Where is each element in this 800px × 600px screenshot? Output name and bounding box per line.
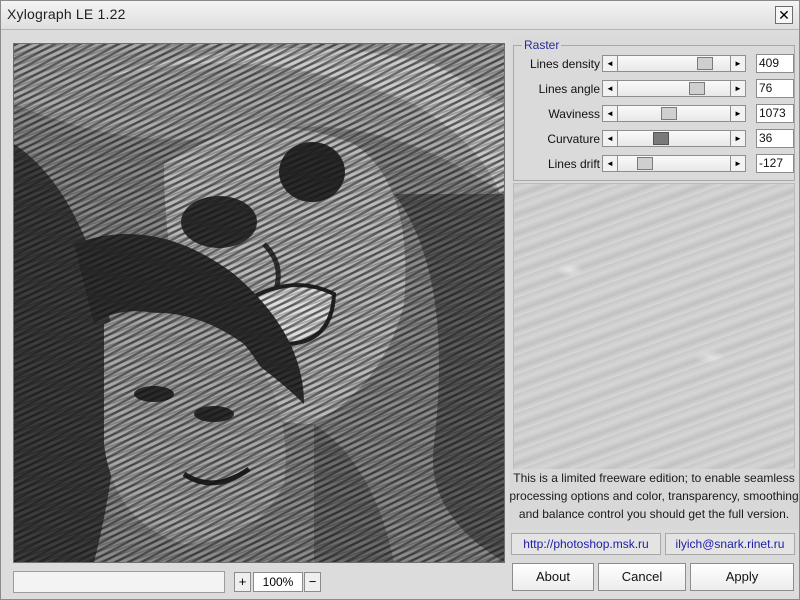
scroll-right-button[interactable]: ►: [730, 55, 746, 72]
arrow-right-icon: ►: [734, 59, 742, 68]
scroll-right-button[interactable]: ►: [730, 130, 746, 147]
texture-preview: [513, 183, 795, 473]
arrow-left-icon: ◄: [606, 109, 614, 118]
freeware-notice: This is a limited freeware edition; to e…: [509, 469, 799, 529]
raster-group: Raster Lines density ◄ ► 409 Lines angle ◄ ► 76…: [513, 38, 796, 181]
arrow-right-icon: ►: [734, 84, 742, 93]
notice-line-2: processing options and color, transparen…: [509, 489, 799, 503]
param-value-input[interactable]: 1073: [756, 104, 794, 123]
param-slider[interactable]: [618, 80, 730, 97]
settings-panel: Raster Lines density ◄ ► 409 Lines angle ◄ ► 76…: [509, 37, 799, 563]
param-row: Lines drift ◄ ► -127: [514, 153, 796, 175]
slider-thumb[interactable]: [697, 57, 713, 70]
scroll-left-button[interactable]: ◄: [602, 130, 618, 147]
param-row: Lines density ◄ ► 409: [514, 53, 796, 75]
param-label: Lines drift: [547, 157, 600, 171]
param-slider[interactable]: [618, 55, 730, 72]
preview-image: [13, 43, 505, 563]
param-label: Lines angle: [538, 82, 600, 96]
zoom-in-button[interactable]: +: [234, 572, 251, 592]
title-bar: Xylograph LE 1.22 ✕: [1, 1, 799, 30]
app-window: Xylograph LE 1.22 ✕ + 100% − Raster Line…: [0, 0, 800, 600]
scroll-left-button[interactable]: ◄: [602, 55, 618, 72]
about-button[interactable]: About: [512, 563, 594, 591]
zoom-level: 100%: [253, 572, 303, 592]
slider-thumb[interactable]: [653, 132, 669, 145]
scroll-left-button[interactable]: ◄: [602, 105, 618, 122]
zoom-out-button[interactable]: −: [304, 572, 321, 592]
scroll-right-button[interactable]: ►: [730, 80, 746, 97]
scroll-right-button[interactable]: ►: [730, 155, 746, 172]
slider-thumb[interactable]: [689, 82, 705, 95]
arrow-left-icon: ◄: [606, 59, 614, 68]
website-link[interactable]: http://photoshop.msk.ru: [511, 533, 661, 555]
cancel-button[interactable]: Cancel: [598, 563, 686, 591]
param-value-input[interactable]: 76: [756, 79, 794, 98]
arrow-left-icon: ◄: [606, 134, 614, 143]
param-label: Lines density: [529, 57, 600, 71]
email-link[interactable]: ilyich@snark.rinet.ru: [665, 533, 795, 555]
close-button[interactable]: ✕: [775, 6, 793, 24]
arrow-left-icon: ◄: [606, 159, 614, 168]
links-row: http://photoshop.msk.ru ilyich@snark.rin…: [509, 531, 799, 557]
arrow-right-icon: ►: [734, 109, 742, 118]
param-slider[interactable]: [618, 155, 730, 172]
close-icon: ✕: [778, 7, 790, 23]
param-row: Waviness ◄ ► 1073: [514, 103, 796, 125]
param-label: Curvature: [547, 132, 600, 146]
status-field: [13, 571, 225, 593]
param-value-input[interactable]: 409: [756, 54, 794, 73]
engraving-preview: [14, 44, 504, 562]
scroll-left-button[interactable]: ◄: [602, 80, 618, 97]
scroll-left-button[interactable]: ◄: [602, 155, 618, 172]
arrow-right-icon: ►: [734, 159, 742, 168]
arrow-left-icon: ◄: [606, 84, 614, 93]
param-row: Lines angle ◄ ► 76: [514, 78, 796, 100]
scroll-right-button[interactable]: ►: [730, 105, 746, 122]
window-title: Xylograph LE 1.22: [7, 6, 126, 22]
notice-line-3: and balance control you should get the f…: [518, 507, 790, 521]
param-slider[interactable]: [618, 105, 730, 122]
apply-button[interactable]: Apply: [690, 563, 794, 591]
param-label: Waviness: [548, 107, 600, 121]
notice-line-1: This is a limited freeware edition; to e…: [513, 471, 795, 485]
raster-group-title: Raster: [522, 38, 562, 52]
param-row: Curvature ◄ ► 36: [514, 128, 796, 150]
slider-thumb[interactable]: [661, 107, 677, 120]
arrow-right-icon: ►: [734, 134, 742, 143]
param-value-input[interactable]: -127: [756, 154, 794, 173]
slider-thumb[interactable]: [637, 157, 653, 170]
param-value-input[interactable]: 36: [756, 129, 794, 148]
param-slider[interactable]: [618, 130, 730, 147]
